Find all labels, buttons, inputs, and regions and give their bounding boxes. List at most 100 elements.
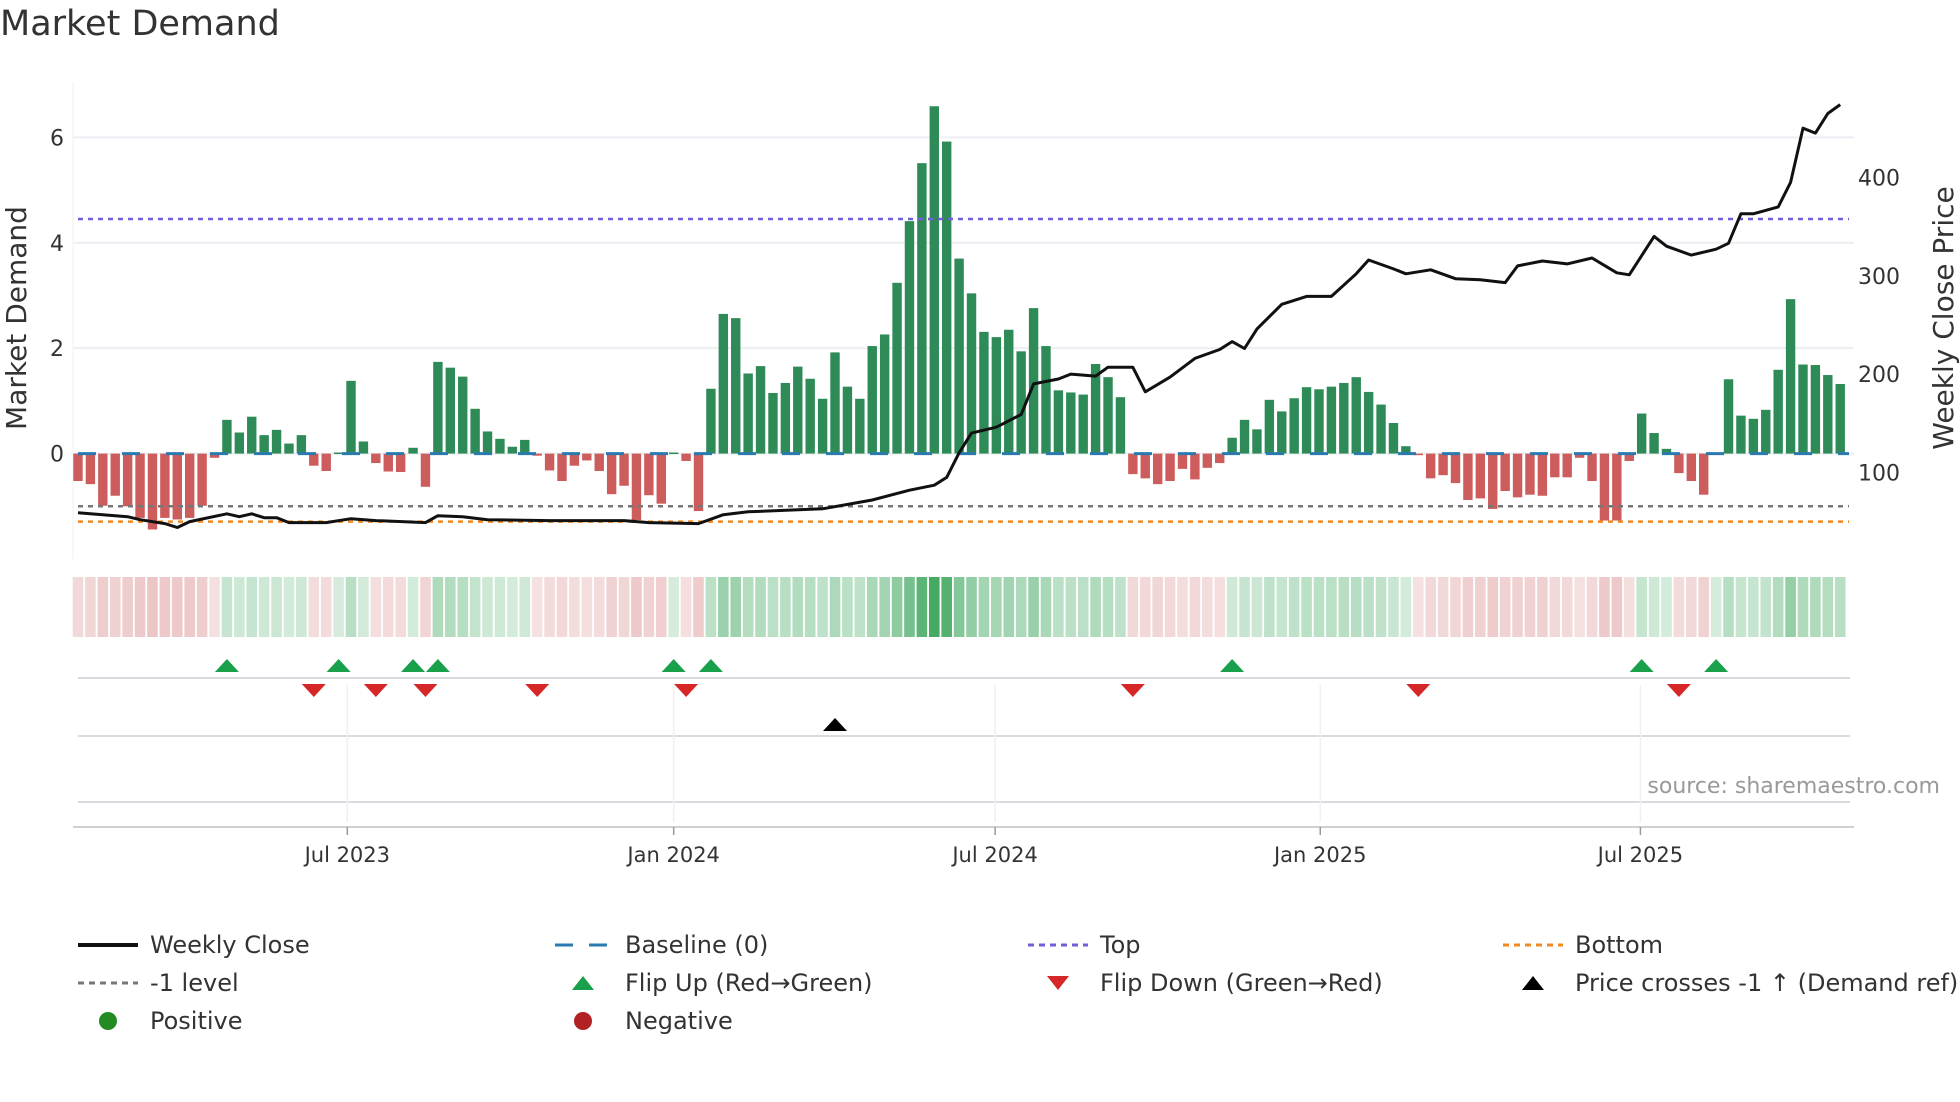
heat-cell [1276, 577, 1288, 637]
demand-bar [309, 453, 319, 466]
heat-cell [1512, 577, 1523, 637]
heat-cell [767, 577, 779, 637]
demand-bar [892, 282, 902, 454]
demand-bar [780, 382, 791, 454]
heat-cell [544, 577, 555, 637]
demand-bar [867, 346, 877, 454]
demand-bar [805, 378, 815, 454]
heat-cell [1127, 577, 1139, 637]
demand-bar [817, 398, 828, 454]
heat-cell [308, 577, 320, 637]
heat-cell [1065, 577, 1077, 637]
demand-bar [1438, 453, 1448, 476]
heat-cell [1164, 577, 1176, 637]
heat-cell [1053, 577, 1064, 637]
heat-cell [1400, 577, 1412, 637]
demand-bar [1239, 419, 1250, 454]
heat-cell [1015, 577, 1027, 637]
heat-cell [1710, 577, 1722, 637]
heat-cell [916, 577, 928, 637]
market-demand-chart: 0 2 4 6 100 200 300 400 Market Demand Weekly Clos… [0, 82, 1960, 867]
demand-bar [681, 453, 691, 461]
demand-bar [1599, 453, 1610, 521]
demand-bar [1525, 453, 1535, 495]
heat-cell [1772, 577, 1784, 637]
heat-cell [171, 577, 183, 637]
y2-axis-title: Weekly Close Price [1927, 186, 1960, 449]
demand-bar [991, 337, 1002, 454]
demand-bar [197, 453, 207, 506]
demand-bar [122, 453, 133, 507]
demand-bar [135, 453, 145, 518]
demand-bar [383, 453, 393, 472]
heat-cell [196, 577, 208, 637]
heat-cell [271, 577, 282, 637]
demand-bar [755, 366, 766, 454]
demand-bar [520, 439, 530, 454]
heat-cell [1350, 577, 1362, 637]
heat-cell [1698, 577, 1710, 637]
x-tick-label: Jan 2024 [625, 843, 720, 867]
demand-bar [1475, 453, 1486, 499]
y2-tick-label: 400 [1858, 166, 1900, 191]
demand-bar [408, 447, 418, 454]
demand-bar [1165, 453, 1175, 481]
demand-bar [879, 334, 890, 454]
demand-bar [1785, 299, 1796, 454]
demand-bar [1674, 453, 1684, 474]
demand-bar [458, 376, 468, 454]
demand-bar [606, 453, 617, 495]
demand-bar [1078, 394, 1088, 454]
demand-bar [333, 452, 344, 455]
heat-cell [296, 577, 307, 637]
heat-cell [1810, 577, 1821, 637]
heat-cell [693, 577, 704, 637]
demand-bar [284, 443, 294, 454]
heat-cell [358, 577, 369, 637]
y2-tick-label: 300 [1858, 265, 1900, 290]
heat-cell [1686, 577, 1697, 637]
heat-cell [494, 577, 506, 637]
demand-bar [358, 441, 369, 454]
demand-bar [247, 416, 257, 454]
heat-cell [109, 577, 121, 637]
heat-cell [1028, 577, 1039, 637]
x-tick-label: Jul 2025 [1596, 843, 1683, 867]
demand-bar [631, 453, 642, 520]
demand-bar [1041, 346, 1051, 454]
heat-cell [1549, 577, 1561, 637]
demand-bar [1177, 453, 1188, 469]
demand-bar [495, 438, 505, 454]
demand-bar [1488, 453, 1498, 509]
demand-bar [470, 408, 480, 454]
heat-cell [1326, 577, 1337, 637]
heat-cell [320, 577, 332, 637]
x-tick-label: Jul 2023 [303, 843, 390, 867]
heat-cell [1189, 577, 1201, 637]
demand-bar [706, 388, 716, 454]
heat-cell [1003, 577, 1015, 637]
heat-cell [1388, 577, 1399, 637]
demand-bar [1686, 453, 1696, 481]
heat-cell [966, 577, 977, 637]
heat-cell [631, 577, 642, 637]
demand-bar [1835, 384, 1845, 454]
demand-bar [1277, 411, 1287, 454]
heat-cell [1090, 577, 1101, 637]
heat-cell [1475, 577, 1486, 637]
flip-up-marker [1629, 659, 1654, 672]
demand-bar [1512, 453, 1523, 498]
demand-bar [743, 373, 753, 454]
heat-cell [457, 577, 469, 637]
heat-cell [1537, 577, 1548, 637]
demand-bar [1252, 429, 1262, 454]
heat-cell [345, 577, 357, 637]
heat-cell [97, 577, 109, 637]
heat-cell [407, 577, 419, 637]
demand-bar [1264, 399, 1275, 454]
demand-bar [1028, 308, 1039, 454]
heat-cell [643, 577, 655, 637]
x-tick-label: Jan 2025 [1272, 843, 1367, 867]
heat-cell [445, 577, 456, 637]
heat-cell [1437, 577, 1449, 637]
